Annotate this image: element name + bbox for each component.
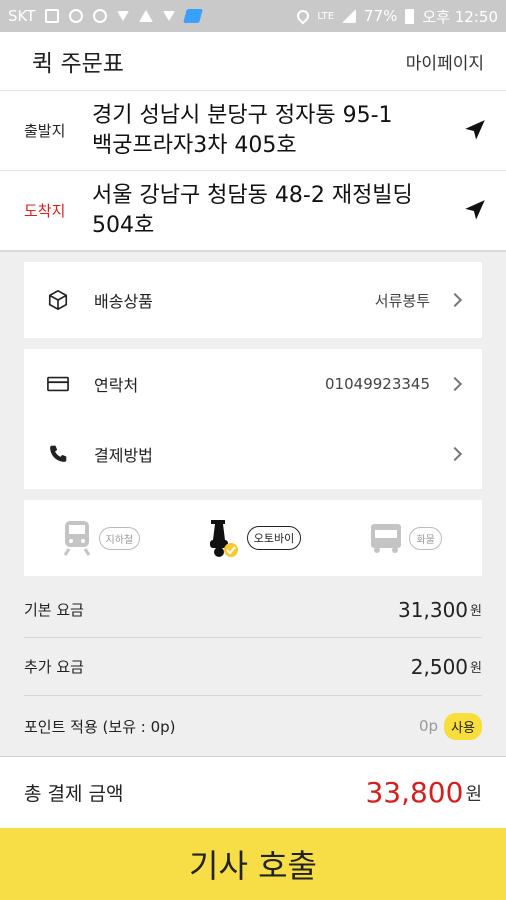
network-type: LTE bbox=[317, 10, 335, 22]
camera-icon bbox=[69, 9, 84, 23]
download-icon-2 bbox=[163, 11, 176, 21]
total-row: 총 결제 금액 33,800 원 bbox=[0, 756, 506, 828]
origin-address-row[interactable]: 출발지 경기 성남시 분당구 정자동 95-1 백궁프라자3차 405호 bbox=[0, 90, 506, 170]
destination-label: 도착지 bbox=[24, 202, 66, 220]
points-value: 0p bbox=[419, 717, 439, 735]
points-row: 포인트 적용 (보유 : 0p) 0p 사용 bbox=[24, 696, 482, 756]
record-icon bbox=[93, 9, 108, 23]
location-icon bbox=[294, 7, 312, 25]
phone-icon bbox=[46, 442, 70, 466]
download-icon bbox=[117, 11, 130, 21]
status-bar: SKT LTE 77% 오후 12:50 bbox=[0, 0, 506, 32]
total-label: 총 결제 금액 bbox=[24, 783, 124, 805]
navigation-arrow-icon[interactable] bbox=[462, 118, 488, 144]
signal-icon bbox=[342, 9, 357, 23]
chevron-right-icon bbox=[447, 292, 463, 308]
destination-address: 서울 강남구 청담동 48-2 재정빌딩 504호 bbox=[92, 181, 454, 241]
vehicle-label-motorbike: 오토바이 bbox=[246, 526, 302, 550]
base-fee-label: 기본 요금 bbox=[24, 601, 84, 619]
app-header: 퀵 주문표 마이페이지 bbox=[0, 32, 506, 90]
contact-label: 연락처 bbox=[94, 376, 139, 395]
destination-address-row[interactable]: 도착지 서울 강남구 청담동 48-2 재정빌딩 504호 bbox=[0, 170, 506, 252]
payment-row[interactable]: 결제방법 bbox=[24, 419, 482, 489]
vehicle-selector: 지하철 오토바이 화물 bbox=[24, 500, 482, 576]
product-label: 배송상품 bbox=[94, 292, 153, 311]
gallery-icon bbox=[45, 9, 60, 23]
truck-icon bbox=[371, 524, 402, 553]
payment-label: 결제방법 bbox=[94, 446, 153, 465]
contact-row[interactable]: 연락처 01049923345 bbox=[24, 349, 482, 419]
extra-fee-value: 2,500 bbox=[410, 654, 469, 679]
extra-fee-label: 추가 요금 bbox=[24, 658, 84, 676]
battery-icon bbox=[405, 8, 415, 24]
contact-payment-card: 연락처 01049923345 결제방법 bbox=[24, 349, 482, 489]
vehicle-label-truck: 화물 bbox=[409, 526, 442, 550]
total-value: 33,800 bbox=[365, 776, 464, 809]
contact-value: 01049923345 bbox=[325, 375, 430, 393]
vehicle-option-subway[interactable]: 지하철 bbox=[24, 519, 177, 557]
destination-address-line1: 서울 강남구 청담동 48-2 재정빌딩 bbox=[92, 182, 413, 208]
clock: 오후 12:50 bbox=[422, 7, 498, 26]
product-card: 배송상품 서류봉투 bbox=[24, 262, 482, 338]
extra-fee-unit: 원 bbox=[470, 661, 482, 676]
use-points-button[interactable]: 사용 bbox=[444, 712, 482, 740]
base-fee-row: 기본 요금 31,300 원 bbox=[24, 582, 482, 638]
navigation-arrow-icon[interactable] bbox=[462, 198, 488, 224]
app-notification-icon bbox=[183, 9, 204, 23]
mypage-link[interactable]: 마이페이지 bbox=[406, 49, 484, 74]
base-fee-value: 31,300 bbox=[398, 597, 469, 622]
subway-icon bbox=[63, 521, 90, 556]
vehicle-option-motorbike[interactable]: 오토바이 bbox=[177, 518, 330, 558]
package-icon bbox=[46, 288, 70, 312]
carrier-text: SKT bbox=[8, 7, 36, 25]
warning-icon bbox=[139, 10, 154, 22]
call-driver-button[interactable]: 기사 호출 bbox=[0, 828, 506, 900]
points-label: 포인트 적용 (보유 : 0p) bbox=[24, 717, 176, 736]
product-row[interactable]: 배송상품 서류봉투 bbox=[24, 262, 482, 338]
total-unit: 원 bbox=[465, 783, 482, 805]
origin-label: 출발지 bbox=[24, 122, 66, 140]
origin-address-line2: 백궁프라자3차 405호 bbox=[92, 132, 297, 158]
motorbike-icon bbox=[209, 520, 238, 557]
vehicle-label-subway: 지하철 bbox=[98, 526, 141, 550]
product-value: 서류봉투 bbox=[374, 291, 430, 310]
page-title: 퀵 주문표 bbox=[32, 51, 124, 77]
chevron-right-icon bbox=[447, 376, 463, 392]
vehicle-option-truck[interactable]: 화물 bbox=[329, 520, 482, 556]
chevron-right-icon bbox=[447, 446, 463, 462]
battery-percent: 77% bbox=[364, 7, 398, 25]
base-fee-unit: 원 bbox=[470, 604, 482, 619]
origin-address-line1: 경기 성남시 분당구 정자동 95-1 bbox=[92, 102, 393, 128]
destination-address-line2: 504호 bbox=[92, 212, 155, 238]
card-icon bbox=[46, 372, 70, 396]
extra-fee-row: 추가 요금 2,500 원 bbox=[24, 638, 482, 696]
origin-address: 경기 성남시 분당구 정자동 95-1 백궁프라자3차 405호 bbox=[92, 101, 454, 161]
